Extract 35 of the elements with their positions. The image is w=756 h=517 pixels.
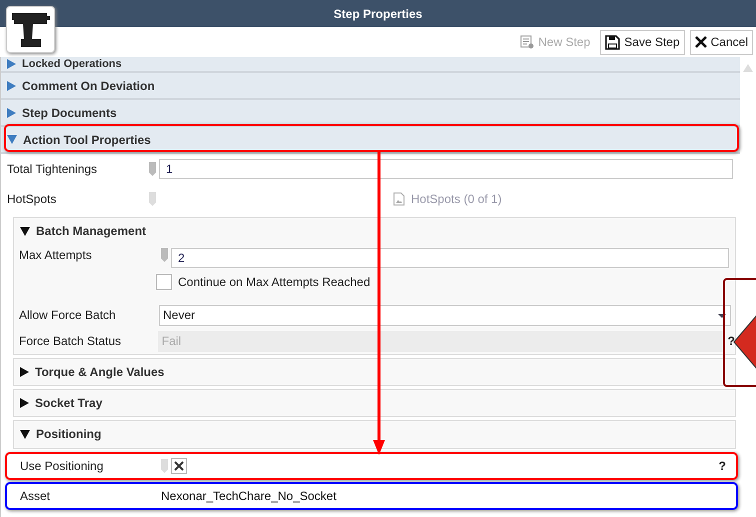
pointer-triangle-icon xyxy=(733,314,756,370)
cancel-button[interactable]: Cancel xyxy=(690,30,753,54)
field-label: Max Attempts xyxy=(19,248,93,262)
save-icon xyxy=(605,34,620,50)
checkbox-label: Continue on Max Attempts Reached xyxy=(178,275,370,289)
close-icon xyxy=(694,36,707,48)
checkbox[interactable] xyxy=(156,274,172,290)
section-header[interactable]: Action Tool Properties xyxy=(1,127,740,154)
section-header[interactable]: Comment On Deviation xyxy=(1,73,740,100)
input-field[interactable]: 1 xyxy=(159,159,733,179)
marker-icon xyxy=(149,192,156,206)
marker-icon xyxy=(149,162,156,176)
save-button[interactable]: Save Step xyxy=(600,30,685,54)
field-label: Allow Force Batch xyxy=(19,308,117,322)
field-label: HotSpots xyxy=(7,192,58,206)
field-label: Total Tightenings xyxy=(7,162,98,176)
section-header[interactable]: Step Documents xyxy=(1,100,740,127)
image-file-icon xyxy=(393,192,405,206)
panel-header[interactable]: Batch Management xyxy=(14,218,735,244)
dropdown[interactable]: Never xyxy=(159,304,731,326)
panel-header[interactable]: Positioning xyxy=(14,421,735,447)
marker-icon xyxy=(161,248,168,262)
field-label: Use Positioning xyxy=(20,459,104,473)
help-mark[interactable]: ? xyxy=(718,459,726,473)
section-header[interactable]: Locked Operations xyxy=(1,57,740,73)
window-title: Step Properties xyxy=(334,6,422,20)
field-label: Asset xyxy=(20,489,52,503)
checkbox[interactable] xyxy=(171,458,187,474)
field-label: Force Batch Status xyxy=(19,334,122,348)
input-field[interactable]: 2 xyxy=(171,248,729,268)
list-add-icon xyxy=(520,35,534,49)
marker-icon xyxy=(161,459,168,473)
field-value: Nexonar_TechChare_No_Socket xyxy=(161,489,336,503)
panel-header[interactable]: Socket Tray xyxy=(14,390,735,416)
panel-header[interactable]: Torque & Angle Values xyxy=(14,359,735,385)
